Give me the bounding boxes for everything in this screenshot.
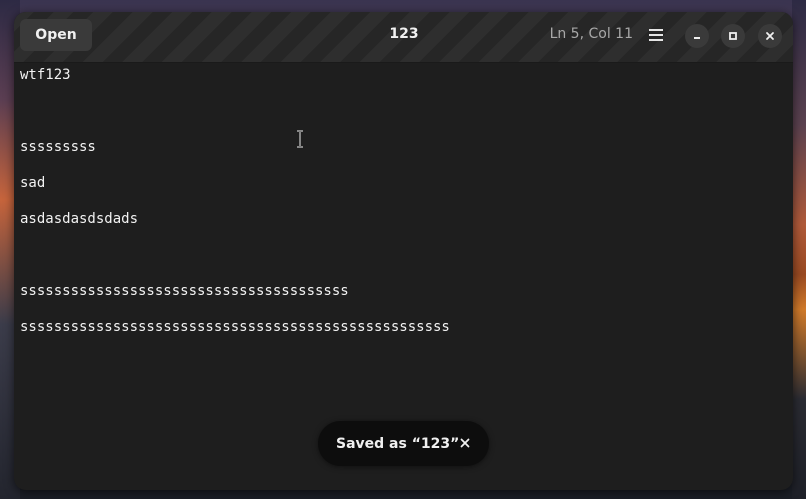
editor-line: ssssssssssssssssssssssssssssssssssssssss… [20, 319, 450, 335]
main-menu-button[interactable] [644, 25, 668, 45]
toast-message: Saved as “123” [336, 435, 460, 452]
editor-line: sssssssss [20, 139, 96, 155]
cursor-position-indicator[interactable]: Ln 5, Col 11 [550, 26, 633, 42]
editor-line: wtf123 [20, 67, 71, 83]
saved-toast: Saved as “123” [318, 421, 489, 466]
minimize-button[interactable] [685, 24, 709, 48]
open-button[interactable]: Open [20, 19, 92, 51]
toast-dismiss-button[interactable] [457, 435, 473, 451]
hamburger-menu-icon [649, 29, 663, 41]
text-editor-window: Open 123 Ln 5, Col 11 wtf123 sssssssss s… [14, 12, 793, 490]
text-cursor-ibeam-icon [297, 130, 303, 148]
maximize-icon [729, 32, 737, 40]
editor-line: sssssssssssssssssssssssssssssssssssssss [20, 283, 349, 299]
desktop-background: Open 123 Ln 5, Col 11 wtf123 sssssssss s… [0, 0, 806, 499]
window-title: 123 [389, 26, 419, 42]
close-button[interactable] [758, 24, 782, 48]
wallpaper-right-edge [792, 0, 806, 499]
minimize-icon [694, 37, 700, 39]
close-icon [766, 32, 774, 40]
header-bar[interactable]: Open 123 Ln 5, Col 11 [14, 12, 793, 63]
editor-line: sad [20, 175, 46, 191]
editor-line: asdasdasdsdads [20, 211, 139, 227]
close-icon [460, 438, 470, 448]
maximize-button[interactable] [721, 24, 745, 48]
